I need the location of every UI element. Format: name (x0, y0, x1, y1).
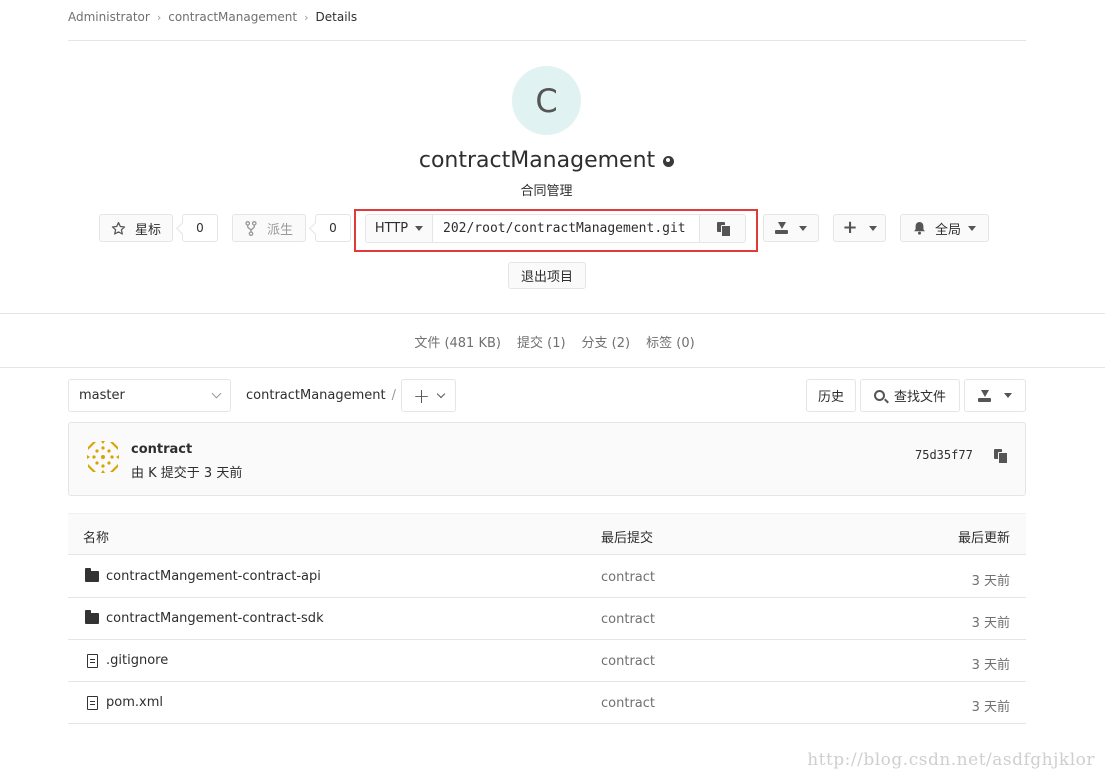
globe-icon (663, 155, 675, 167)
nav-commits-link[interactable]: 提交 (1) (517, 332, 566, 351)
file-name-cell: contractMangement-contract-api (85, 568, 321, 584)
folder-link[interactable]: contractMangement-contract-sdk (106, 611, 324, 626)
table-row: contractMangement-contract-sdk contract … (68, 598, 1026, 640)
star-icon (111, 221, 126, 235)
clone-protocol-dropdown[interactable]: HTTP (366, 215, 433, 242)
row-date: 3 天前 (971, 658, 1010, 673)
file-name-cell: pom.xml (85, 695, 163, 710)
caret-down-icon (799, 225, 807, 231)
row-commit-link[interactable]: contract (601, 570, 655, 585)
notification-label: 全局 (934, 222, 961, 238)
project-title: contractManagement (418, 147, 656, 173)
col-header-last-commit: 最后提交 (601, 531, 654, 546)
star-label: 星标 (134, 222, 161, 238)
clone-url-group: HTTP 202/root/contractManagement.git (365, 214, 746, 243)
nav-tags-link[interactable]: 标签 (0) (646, 332, 695, 351)
breadcrumb-project-link[interactable]: contractManagement (168, 10, 297, 24)
row-date: 3 天前 (971, 574, 1010, 589)
folder-link[interactable]: contractMangement-contract-api (106, 569, 321, 584)
caret-down-icon (968, 225, 976, 231)
star-count[interactable]: 0 (182, 214, 218, 242)
search-icon (873, 390, 885, 401)
file-icon (87, 695, 98, 710)
file-name-cell: .gitignore (85, 653, 168, 668)
nav-divider-bottom (0, 367, 1105, 368)
table-row: pom.xml contract 3 天前 (68, 682, 1026, 724)
file-table-header: 名称 最后提交 最后更新 (68, 513, 1026, 555)
find-file-button[interactable]: 查找文件 (860, 379, 960, 412)
caret-down-icon (1004, 393, 1012, 398)
download-dropdown-button[interactable] (763, 214, 819, 242)
row-date: 3 天前 (971, 700, 1010, 715)
branch-select[interactable]: master (68, 379, 231, 412)
leave-project-button[interactable]: 退出项目 (508, 262, 586, 289)
folder-icon (85, 568, 99, 582)
clipboard-icon (716, 222, 731, 237)
nav-divider-top (0, 313, 1105, 314)
branch-label: master (79, 388, 125, 403)
file-icon (87, 653, 98, 668)
col-header-name: 名称 (83, 531, 110, 546)
download-icon (978, 389, 991, 402)
repo-path: contractManagement / (246, 388, 396, 403)
table-row: contractMangement-contract-api contract … (68, 556, 1026, 598)
chevron-down-icon (211, 388, 222, 399)
breadcrumb-admin-link[interactable]: Administrator (68, 10, 150, 24)
last-commit-box: contract 由 K 提交于 3 天前 75d35f77 (68, 422, 1026, 496)
repo-path-link[interactable]: contractManagement (246, 388, 386, 403)
breadcrumb: Administrator › contractManagement › Det… (68, 9, 357, 25)
find-file-label: 查找文件 (893, 390, 946, 405)
breadcrumb-divider (68, 40, 1026, 41)
project-avatar: C (512, 66, 581, 135)
nav-branches-link[interactable]: 分支 (2) (582, 332, 631, 351)
file-name-cell: contractMangement-contract-sdk (85, 610, 324, 626)
project-description: 合同管理 (520, 184, 573, 199)
clone-url-input[interactable]: 202/root/contractManagement.git (433, 215, 699, 242)
commit-author-avatar (87, 441, 119, 473)
fork-count[interactable]: 0 (315, 214, 351, 242)
plus-icon: + (842, 217, 858, 238)
row-commit-link[interactable]: contract (601, 612, 655, 627)
file-link[interactable]: pom.xml (106, 695, 163, 710)
breadcrumb-chevron-icon: › (156, 10, 162, 24)
archive-download-button[interactable] (964, 379, 1026, 412)
star-button[interactable]: 星标 (99, 214, 173, 242)
new-dropdown-button[interactable]: + (833, 214, 886, 242)
nav-files-link[interactable]: 文件 (481 KB) (414, 332, 501, 351)
row-commit-link[interactable]: contract (601, 654, 655, 669)
add-file-dropdown-button[interactable]: + (401, 379, 456, 412)
caret-down-icon (415, 226, 424, 231)
table-row: .gitignore contract 3 天前 (68, 640, 1026, 682)
col-header-last-update: 最后更新 (957, 531, 1010, 546)
chevron-down-icon (436, 389, 446, 398)
commit-title-link[interactable]: contract (131, 442, 192, 457)
breadcrumb-chevron-icon: › (304, 10, 309, 24)
history-button[interactable]: 历史 (806, 379, 856, 412)
project-title-row: contractManagement (300, 145, 793, 175)
watermark-text: http://blog.csdn.net/asdfghjklor (807, 750, 1095, 770)
row-commit-link[interactable]: contract (601, 696, 655, 711)
file-link[interactable]: .gitignore (106, 653, 168, 668)
copy-url-button[interactable] (699, 215, 745, 242)
path-separator: / (391, 388, 397, 403)
breadcrumb-current: Details (315, 10, 358, 24)
plus-icon: + (413, 383, 430, 408)
commit-meta: 由 K 提交于 3 天前 (131, 466, 243, 481)
bell-icon (914, 221, 925, 235)
fork-icon (245, 220, 257, 236)
notification-dropdown-button[interactable]: 全局 (900, 214, 989, 242)
folder-icon (85, 610, 99, 624)
project-nav: 文件 (481 KB) 提交 (1) 分支 (2) 标签 (0) (0, 332, 1105, 351)
download-icon (775, 222, 788, 234)
caret-down-icon (868, 225, 877, 231)
commit-sha[interactable]: 75d35f77 (915, 448, 973, 462)
row-date: 3 天前 (971, 616, 1010, 631)
fork-label: 派生 (266, 222, 293, 238)
fork-button[interactable]: 派生 (232, 214, 306, 242)
clone-protocol-label: HTTP (374, 221, 409, 236)
